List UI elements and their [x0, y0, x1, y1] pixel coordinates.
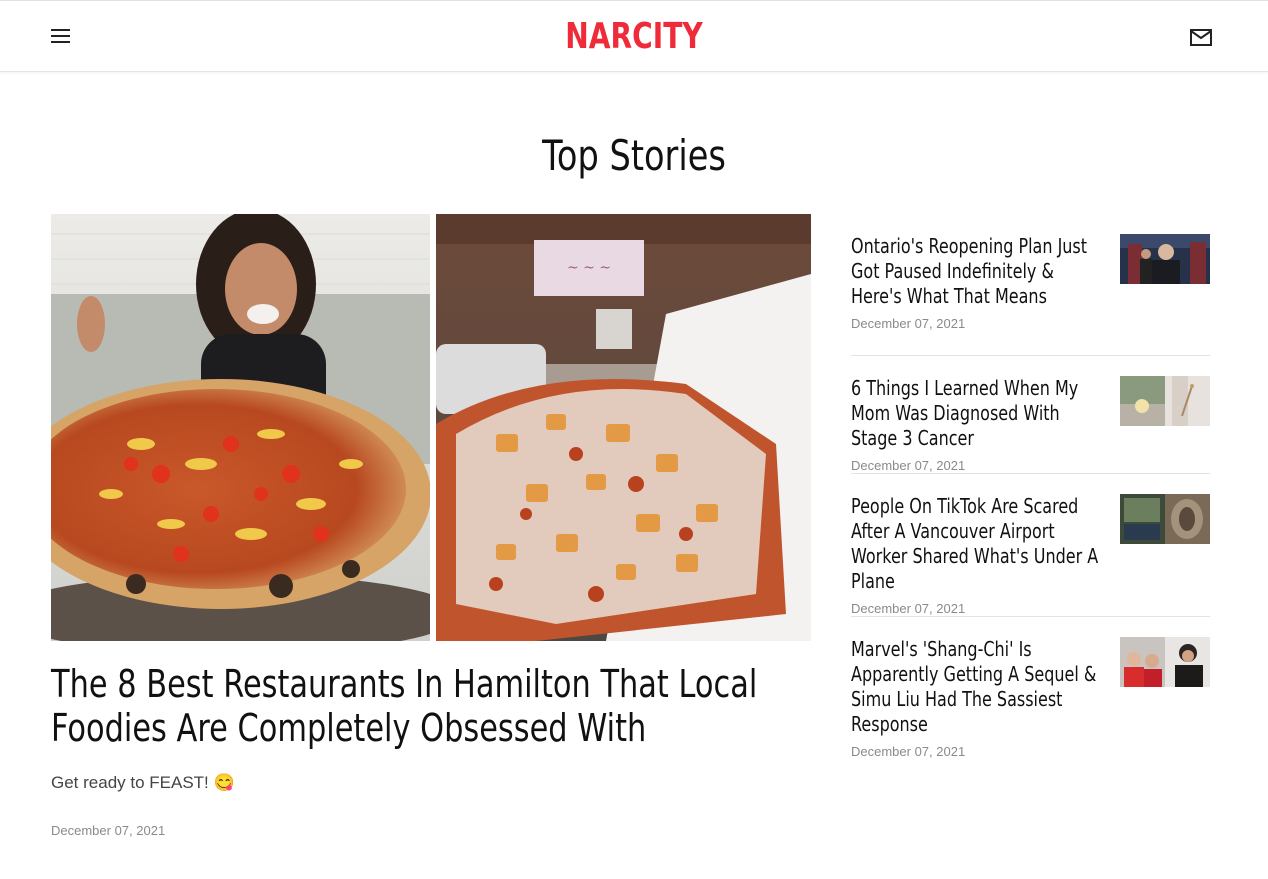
story-item[interactable]: People On TikTok Are Scared After A Vanc…	[851, 494, 1210, 616]
story-thumbnail[interactable]	[1120, 494, 1210, 544]
story-title[interactable]: 6 Things I Learned When My Mom Was Diagn…	[851, 376, 1099, 451]
story-date: December 07, 2021	[851, 458, 966, 473]
mail-icon[interactable]	[1190, 29, 1212, 46]
story-title[interactable]: People On TikTok Are Scared After A Vanc…	[851, 494, 1099, 594]
story-divider	[851, 473, 1210, 474]
hero-headline[interactable]: The 8 Best Restaurants In Hamilton That …	[51, 662, 795, 750]
story-thumbnail[interactable]	[1120, 637, 1210, 687]
story-item[interactable]: Ontario's Reopening Plan Just Got Paused…	[851, 234, 1210, 331]
svg-text:~ ~ ~: ~ ~ ~	[567, 260, 611, 276]
story-title[interactable]: Marvel's 'Shang-Chi' Is Apparently Getti…	[851, 637, 1099, 737]
story-date: December 07, 2021	[851, 601, 966, 616]
story-item[interactable]: 6 Things I Learned When My Mom Was Diagn…	[851, 376, 1210, 473]
story-date: December 07, 2021	[851, 744, 966, 759]
story-date: December 07, 2021	[851, 316, 966, 331]
hero-image-pizza	[51, 214, 430, 641]
hero-dek: Get ready to FEAST! 😋	[51, 773, 235, 792]
hero-image-poutine: ~ ~ ~	[436, 214, 811, 641]
site-logo[interactable]: NARCITY	[139, 15, 1128, 59]
story-item[interactable]: Marvel's 'Shang-Chi' Is Apparently Getti…	[851, 637, 1210, 759]
hamburger-menu-icon[interactable]	[51, 29, 71, 45]
story-divider	[851, 355, 1210, 356]
story-thumbnail[interactable]	[1120, 376, 1210, 426]
section-title: Top Stories	[542, 131, 726, 180]
hero-date: December 07, 2021	[51, 823, 166, 838]
story-thumbnail[interactable]	[1120, 234, 1210, 284]
site-header: NARCITY	[0, 0, 1268, 72]
story-divider	[851, 616, 1210, 617]
story-title[interactable]: Ontario's Reopening Plan Just Got Paused…	[851, 234, 1099, 309]
hero-image[interactable]: ~ ~ ~	[51, 214, 811, 641]
